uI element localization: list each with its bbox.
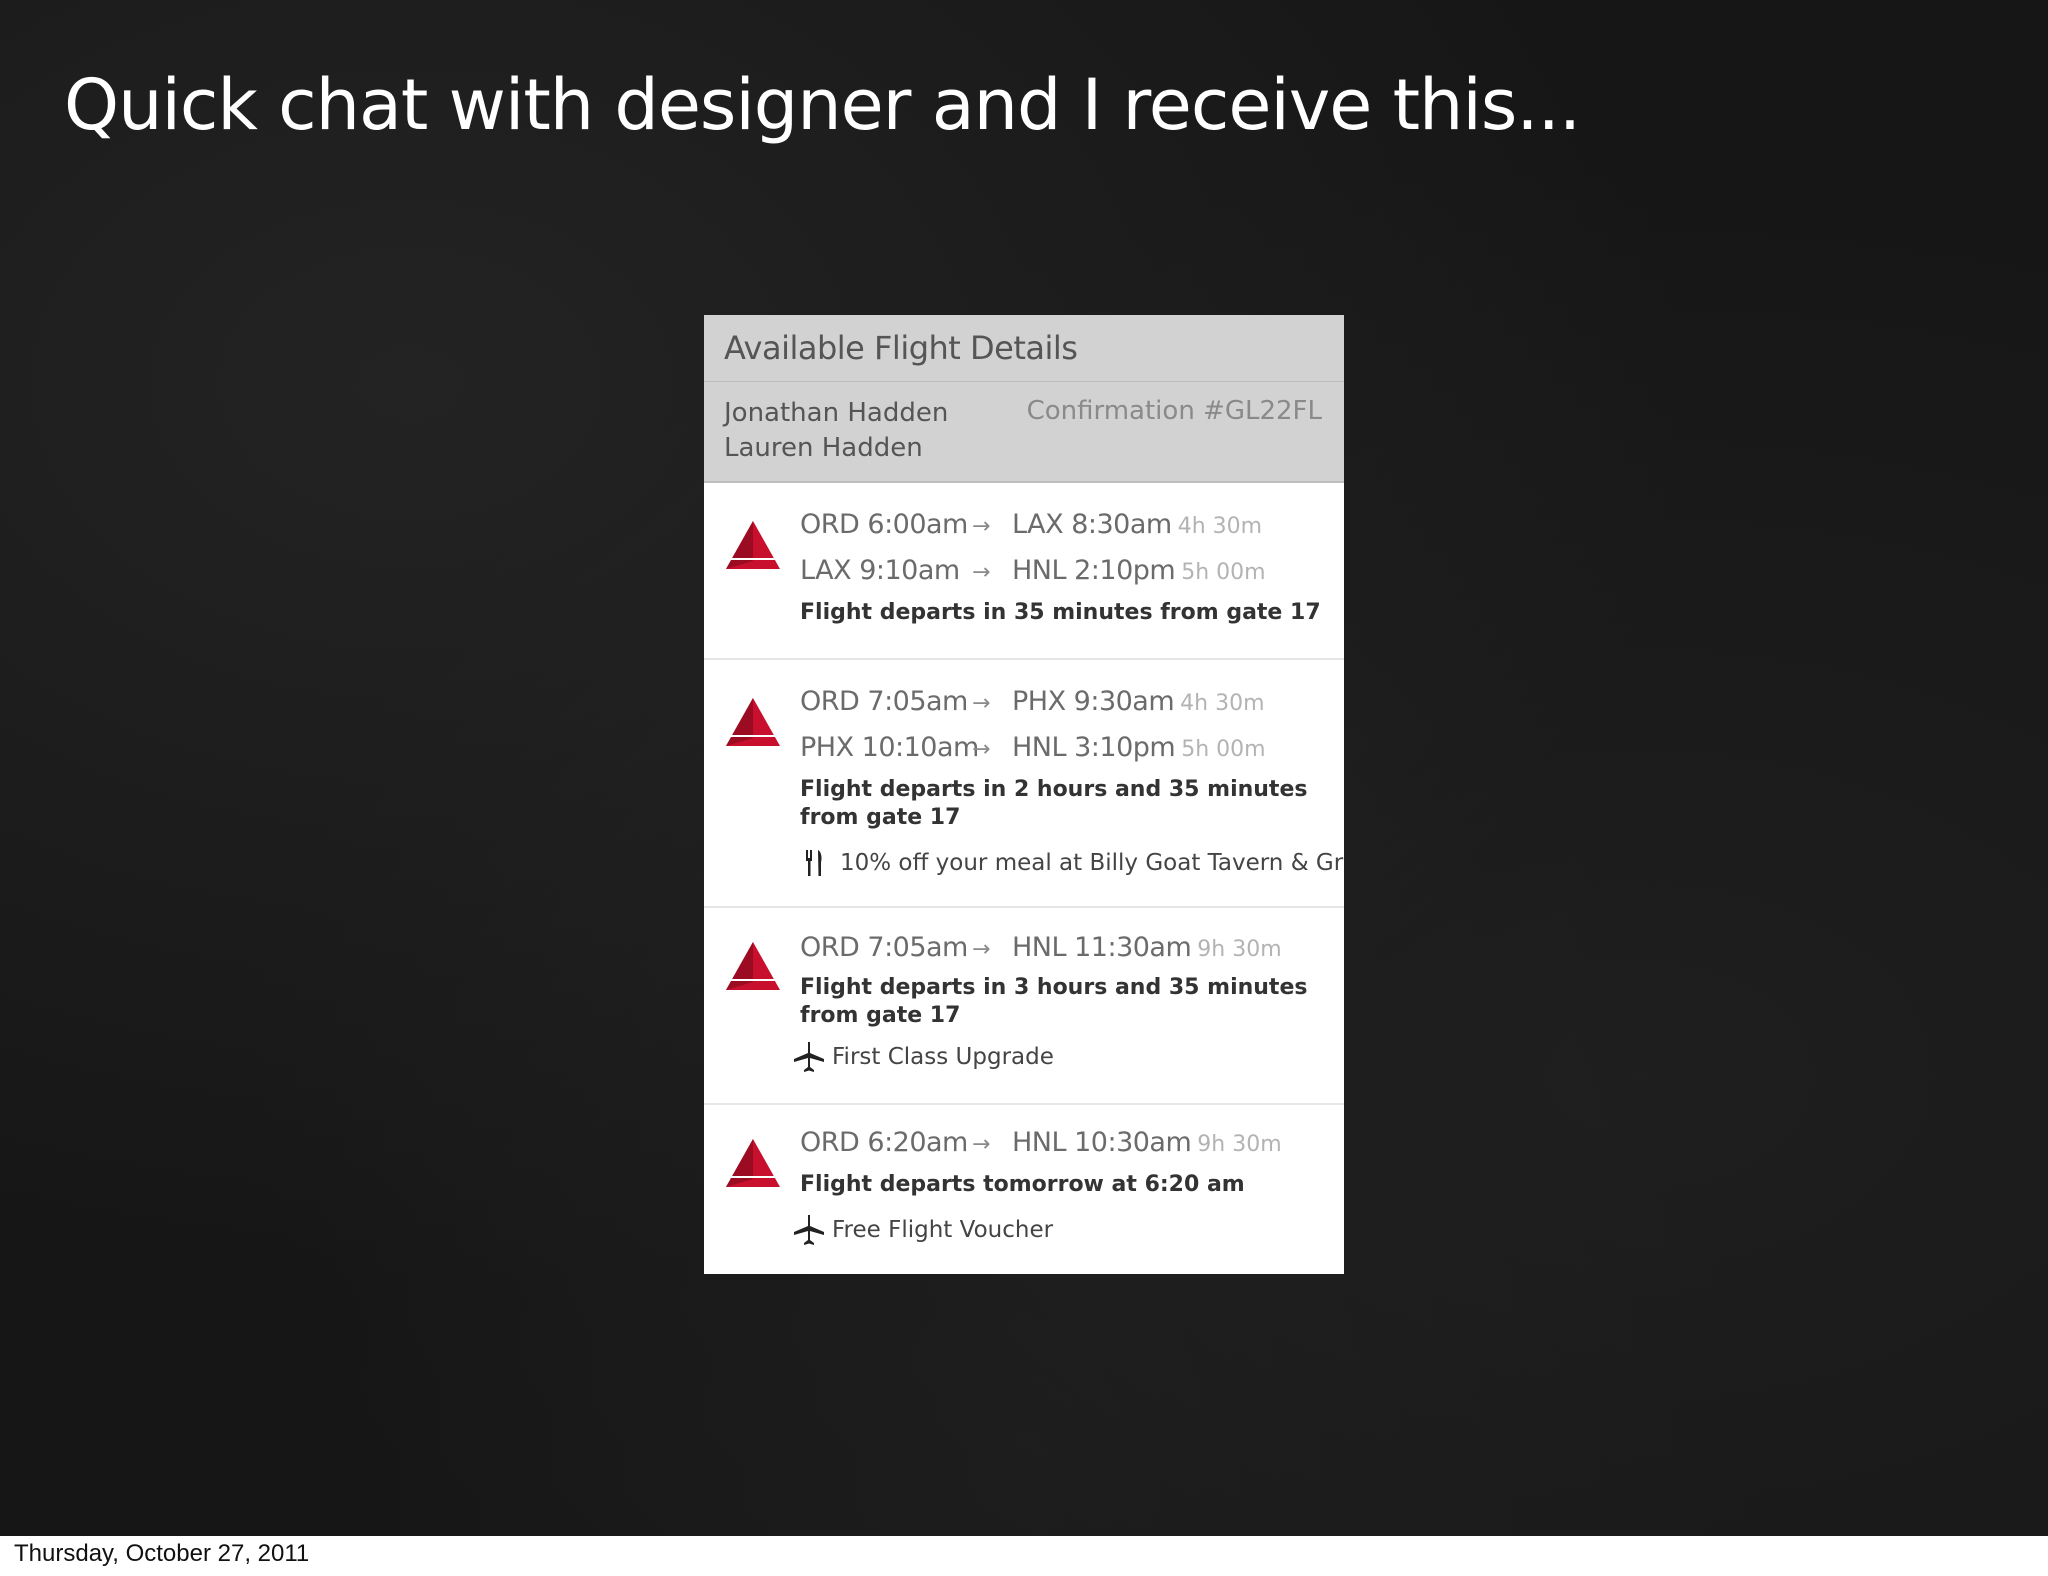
leg-departure: ORD 6:00am bbox=[800, 509, 968, 540]
perk-offer[interactable]: First Class Upgrade bbox=[792, 1040, 1054, 1074]
departure-status: Flight departs tomorrow at 6:20 am bbox=[800, 1172, 1245, 1197]
leg-duration: 4h 30m bbox=[1180, 691, 1265, 716]
card-header: Available Flight Details bbox=[704, 315, 1344, 382]
leg-arrival: HNL 3:10pm bbox=[1012, 732, 1176, 763]
perk-text: Free Flight Voucher bbox=[832, 1217, 1054, 1243]
arrow-right-icon: → bbox=[972, 560, 991, 585]
flight-leg: ORD 6:20am → HNL 10:30am 9h 30m bbox=[800, 1125, 1282, 1161]
leg-duration: 4h 30m bbox=[1177, 514, 1263, 539]
departure-status: Flight departs in 2 hours and 35 minutes… bbox=[800, 777, 1308, 830]
leg-departure: LAX 9:10am bbox=[800, 555, 960, 586]
footer-date: Thursday, October 27, 2011 bbox=[14, 1540, 310, 1567]
card-title: Available Flight Details bbox=[724, 329, 1078, 367]
arrow-right-icon: → bbox=[972, 937, 991, 962]
flight-leg: LAX 9:10am → HNL 2:10pm 5h 00m bbox=[800, 553, 1266, 589]
airline-logo-icon bbox=[726, 698, 780, 746]
arrow-right-icon: → bbox=[972, 514, 991, 539]
departure-status: Flight departs in 3 hours and 35 minutes… bbox=[800, 975, 1308, 1028]
airline-logo-icon bbox=[726, 521, 780, 569]
flight-leg: ORD 6:00am → LAX 8:30am 4h 30m bbox=[800, 507, 1262, 543]
airline-logo-icon bbox=[726, 1139, 780, 1187]
leg-duration: 9h 30m bbox=[1197, 937, 1282, 962]
flight-details-card: Available Flight Details Jonathan Hadden… bbox=[704, 315, 1344, 1274]
airplane-icon bbox=[794, 1042, 824, 1072]
airplane-icon bbox=[794, 1215, 824, 1245]
passenger-name: Lauren Hadden bbox=[724, 433, 923, 463]
leg-arrival: HNL 2:10pm bbox=[1012, 555, 1176, 586]
flight-option-2[interactable]: ORD 7:05am → PHX 9:30am 4h 30m PHX 10:10am→… bbox=[704, 660, 1344, 908]
leg-departure: ORD 7:05am bbox=[800, 932, 968, 963]
flight-leg: ORD 7:05am → HNL 11:30am 9h 30m bbox=[800, 930, 1282, 966]
leg-departure: ORD 7:05am bbox=[800, 686, 968, 717]
leg-duration: 9h 30m bbox=[1197, 1132, 1282, 1157]
leg-arrival: LAX 8:30am bbox=[1012, 509, 1172, 540]
perk-text: First Class Upgrade bbox=[832, 1044, 1054, 1070]
perk-offer[interactable]: Free Flight Voucher bbox=[792, 1213, 1053, 1247]
passenger-name: Jonathan Hadden bbox=[724, 398, 949, 428]
airline-logo-icon bbox=[726, 942, 780, 990]
arrow-right-icon: → bbox=[972, 737, 991, 762]
passenger-names: Jonathan Hadden Lauren Hadden bbox=[724, 396, 948, 466]
leg-arrival: HNL 10:30am bbox=[1012, 1127, 1192, 1158]
passenger-panel: Jonathan Hadden Lauren Hadden Confirmati… bbox=[704, 382, 1344, 483]
leg-departure: PHX 10:10am bbox=[800, 732, 979, 763]
leg-duration: 5h 00m bbox=[1181, 737, 1266, 762]
arrow-right-icon: → bbox=[972, 1132, 991, 1157]
leg-arrival: HNL 11:30am bbox=[1012, 932, 1192, 963]
leg-arrival: PHX 9:30am bbox=[1012, 686, 1175, 717]
flight-leg: ORD 7:05am → PHX 9:30am 4h 30m bbox=[800, 684, 1265, 720]
flight-option-4[interactable]: ORD 6:20am → HNL 10:30am 9h 30m Flight depa… bbox=[704, 1105, 1344, 1274]
slide-title: Quick chat with designer and I receive t… bbox=[64, 64, 1581, 146]
leg-duration: 5h 00m bbox=[1181, 560, 1266, 585]
flight-leg: PHX 10:10am→ HNL 3:10pm 5h 00m bbox=[800, 730, 1266, 766]
perk-text: 10% off your meal at Billy Goat Tavern &… bbox=[840, 850, 1344, 876]
leg-departure: ORD 6:20am bbox=[800, 1127, 968, 1158]
confirmation-number: Confirmation #GL22FL bbox=[1026, 396, 1322, 426]
perk-offer[interactable]: 10% off your meal at Billy Goat Tavern &… bbox=[800, 846, 1344, 880]
flight-option-1[interactable]: ORD 6:00am → LAX 8:30am 4h 30m LAX 9:10am → H… bbox=[704, 483, 1344, 660]
fork-knife-icon bbox=[806, 850, 822, 876]
arrow-right-icon: → bbox=[972, 691, 991, 716]
slide: Quick chat with designer and I receive t… bbox=[0, 0, 2048, 1536]
flight-option-3[interactable]: ORD 7:05am → HNL 11:30am 9h 30m Flight depa… bbox=[704, 908, 1344, 1105]
departure-status: Flight departs in 35 minutes from gate 1… bbox=[800, 600, 1321, 625]
